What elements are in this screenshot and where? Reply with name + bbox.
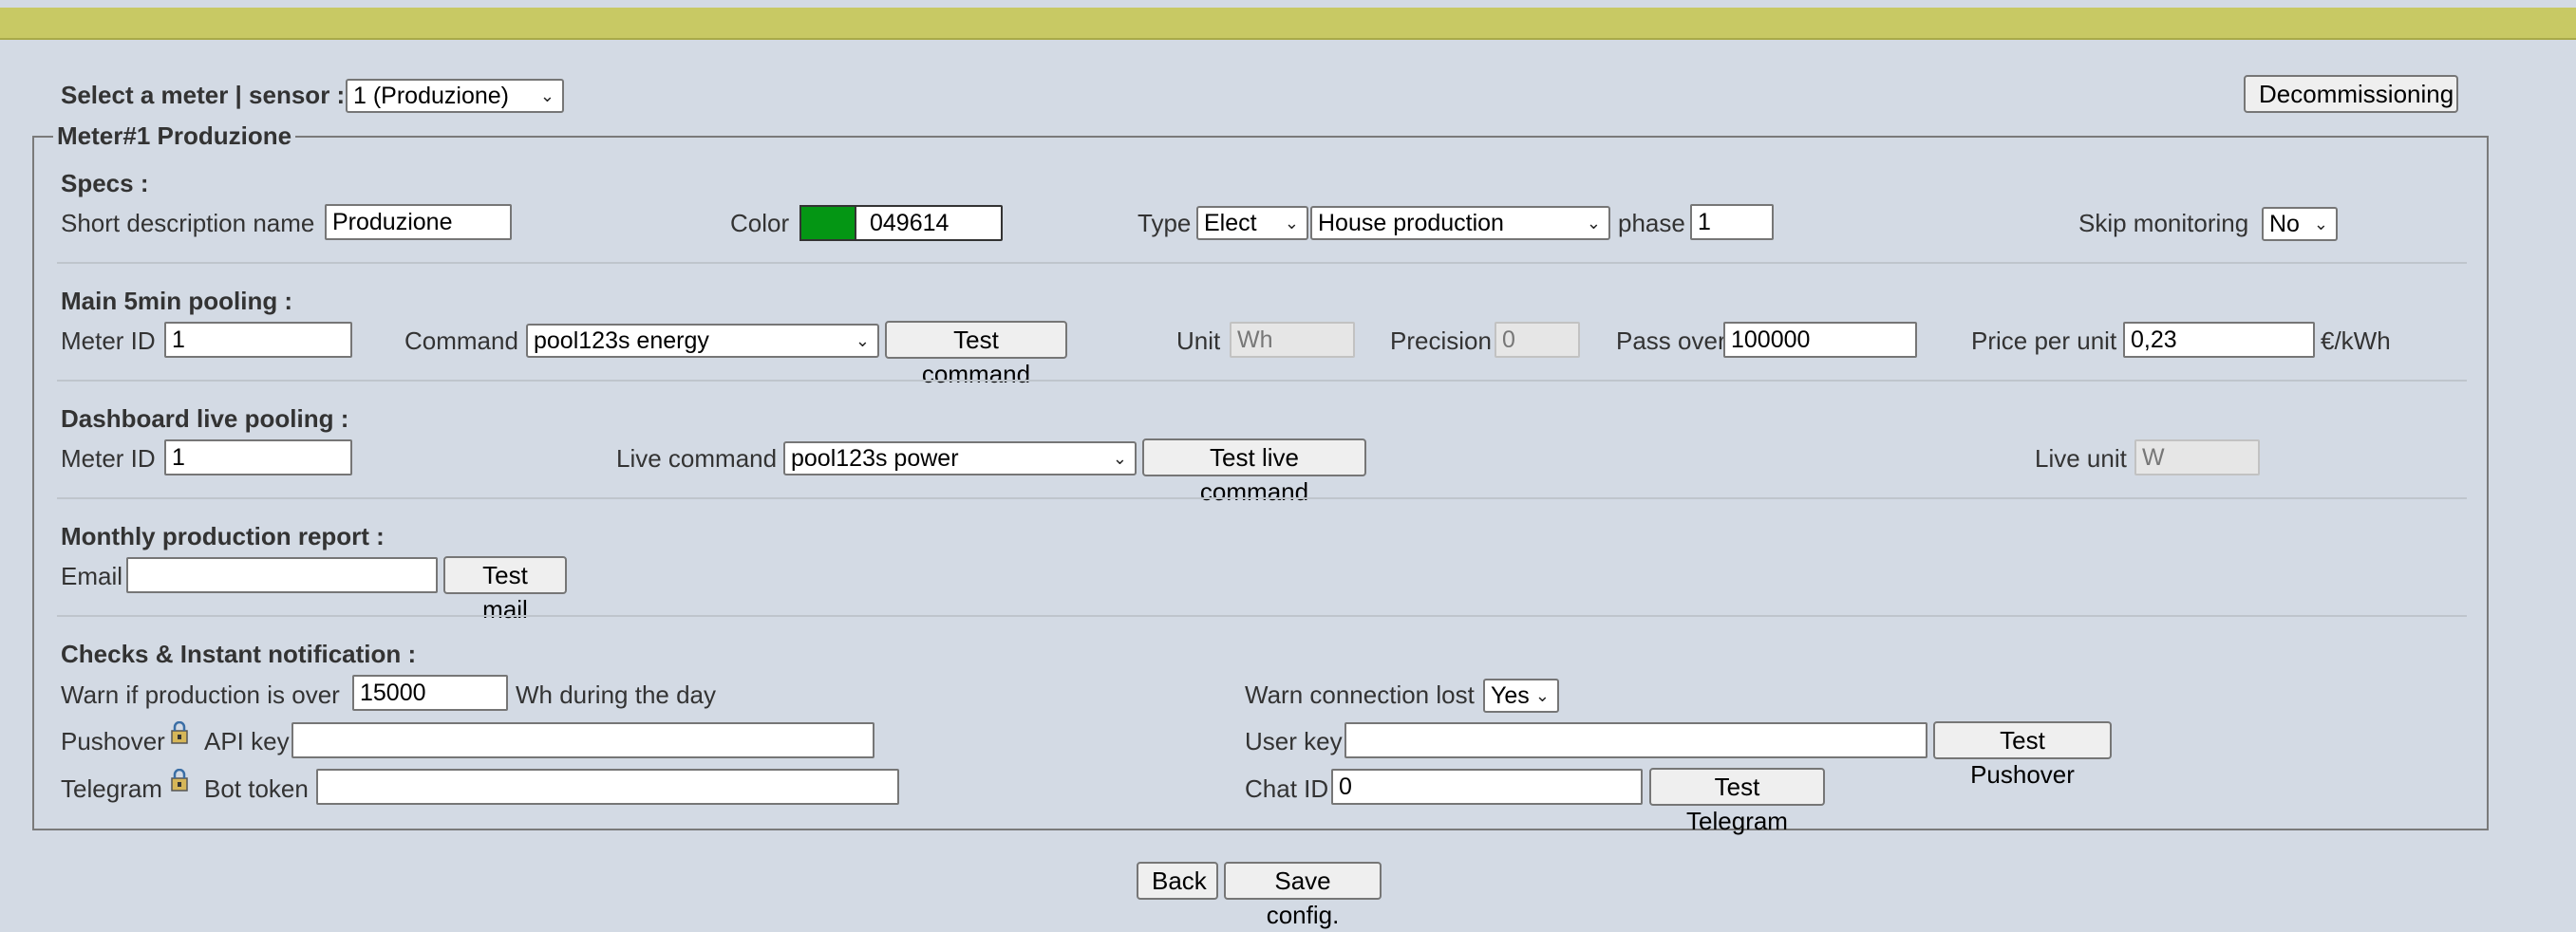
decommissioning-button[interactable]: Decommissioning (2244, 75, 2458, 113)
warn-production-label: Warn if production is over (61, 680, 340, 709)
user-key-label: User key (1245, 727, 1343, 755)
api-key-label: API key (204, 727, 290, 755)
chevron-down-icon: ⌄ (1112, 449, 1127, 468)
phase-input[interactable]: 1 (1690, 204, 1774, 240)
precision-label: Precision (1390, 326, 1492, 355)
chevron-down-icon: ⌄ (1534, 686, 1550, 705)
price-unit: €/kWh (2321, 326, 2391, 355)
unit-input: Wh (1230, 322, 1355, 358)
bot-token-label: Bot token (204, 774, 309, 803)
main-pooling-heading: Main 5min pooling : (61, 287, 293, 315)
short-desc-label: Short description name (61, 209, 315, 237)
phase-label: phase (1618, 209, 1685, 237)
pushover-label: Pushover (61, 727, 165, 755)
telegram-info-icon[interactable] (169, 769, 190, 792)
warn-connection-select[interactable]: Yes ⌄ (1483, 679, 1559, 713)
type2-select-value: House production (1318, 210, 1504, 236)
chevron-down-icon: ⌄ (539, 86, 555, 105)
command-select[interactable]: pool123s energy ⌄ (526, 324, 879, 358)
divider (57, 497, 2467, 499)
color-swatch[interactable] (799, 205, 856, 241)
color-label: Color (730, 209, 790, 237)
live-meter-id-label: Meter ID (61, 444, 156, 473)
meter-select-label: Select a meter | sensor : (61, 81, 346, 109)
type-select-value: Elect (1204, 210, 1257, 236)
type2-select[interactable]: House production ⌄ (1310, 206, 1610, 240)
meter-select[interactable]: 1 (Produzione) ⌄ (346, 79, 564, 113)
skip-monitoring-select[interactable]: No ⌄ (2262, 207, 2338, 241)
top-banner (0, 8, 2576, 40)
email-input[interactable] (126, 557, 438, 593)
telegram-label: Telegram (61, 774, 162, 803)
chevron-down-icon: ⌄ (855, 331, 870, 350)
short-desc-input[interactable]: Produzione (325, 204, 512, 240)
meter-legend: Meter#1 Produzione (53, 121, 296, 151)
test-live-command-button[interactable]: Test live command (1142, 438, 1366, 506)
live-unit-input: W (2134, 439, 2260, 475)
skip-monitoring-value: No (2269, 211, 2300, 237)
live-meter-id-input[interactable]: 1 (164, 439, 352, 475)
price-label: Price per unit (1971, 326, 2117, 355)
chevron-down-icon: ⌄ (1284, 214, 1299, 233)
price-input[interactable]: 0,23 (2123, 322, 2315, 358)
precision-input: 0 (1495, 322, 1580, 358)
save-config-button[interactable]: Save config. (1224, 862, 1382, 929)
test-command-button[interactable]: Test command (885, 321, 1067, 388)
divider (57, 615, 2467, 617)
email-label: Email (61, 562, 123, 590)
warn-production-suffix: Wh during the day (516, 680, 717, 709)
specs-heading: Specs : (61, 169, 149, 197)
test-telegram-button[interactable]: Test Telegram (1649, 768, 1825, 835)
live-command-label: Live command (616, 444, 778, 473)
pushover-info-icon[interactable] (169, 721, 190, 744)
live-command-select[interactable]: pool123s power ⌄ (783, 441, 1137, 475)
bot-token-input[interactable] (316, 769, 899, 805)
test-pushover-button[interactable]: Test Pushover (1933, 721, 2112, 789)
divider (57, 380, 2467, 382)
test-mail-button[interactable]: Test mail (443, 556, 567, 624)
chevron-down-icon: ⌄ (2313, 214, 2328, 233)
chevron-down-icon: ⌄ (1586, 214, 1601, 233)
pass-over-input[interactable]: 100000 (1723, 322, 1917, 358)
meter-id-input[interactable]: 1 (164, 322, 352, 358)
live-unit-label: Live unit (2035, 444, 2127, 473)
color-input[interactable]: 049614 (855, 205, 1003, 241)
pass-over-label: Pass over (1616, 326, 1726, 355)
api-key-input[interactable] (291, 722, 874, 758)
meter-id-label: Meter ID (61, 326, 156, 355)
type-select[interactable]: Elect ⌄ (1196, 206, 1308, 240)
skip-monitoring-label: Skip monitoring (2078, 209, 2249, 237)
monthly-report-heading: Monthly production report : (61, 522, 385, 550)
meter-select-value: 1 (Produzione) (353, 83, 509, 109)
command-select-value: pool123s energy (534, 327, 709, 354)
chat-id-input[interactable]: 0 (1331, 769, 1643, 805)
unit-label: Unit (1176, 326, 1221, 355)
checks-heading: Checks & Instant notification : (61, 640, 417, 668)
user-key-input[interactable] (1344, 722, 1927, 758)
command-label: Command (404, 326, 518, 355)
live-pooling-heading: Dashboard live pooling : (61, 404, 349, 433)
type-label: Type (1138, 209, 1192, 237)
divider (57, 262, 2467, 264)
warn-connection-label: Warn connection lost (1245, 680, 1475, 709)
warn-production-input[interactable]: 15000 (352, 675, 508, 711)
back-button[interactable]: Back (1137, 862, 1218, 900)
warn-connection-value: Yes (1491, 682, 1530, 709)
live-command-select-value: pool123s power (791, 445, 959, 472)
chat-id-label: Chat ID (1245, 774, 1329, 803)
